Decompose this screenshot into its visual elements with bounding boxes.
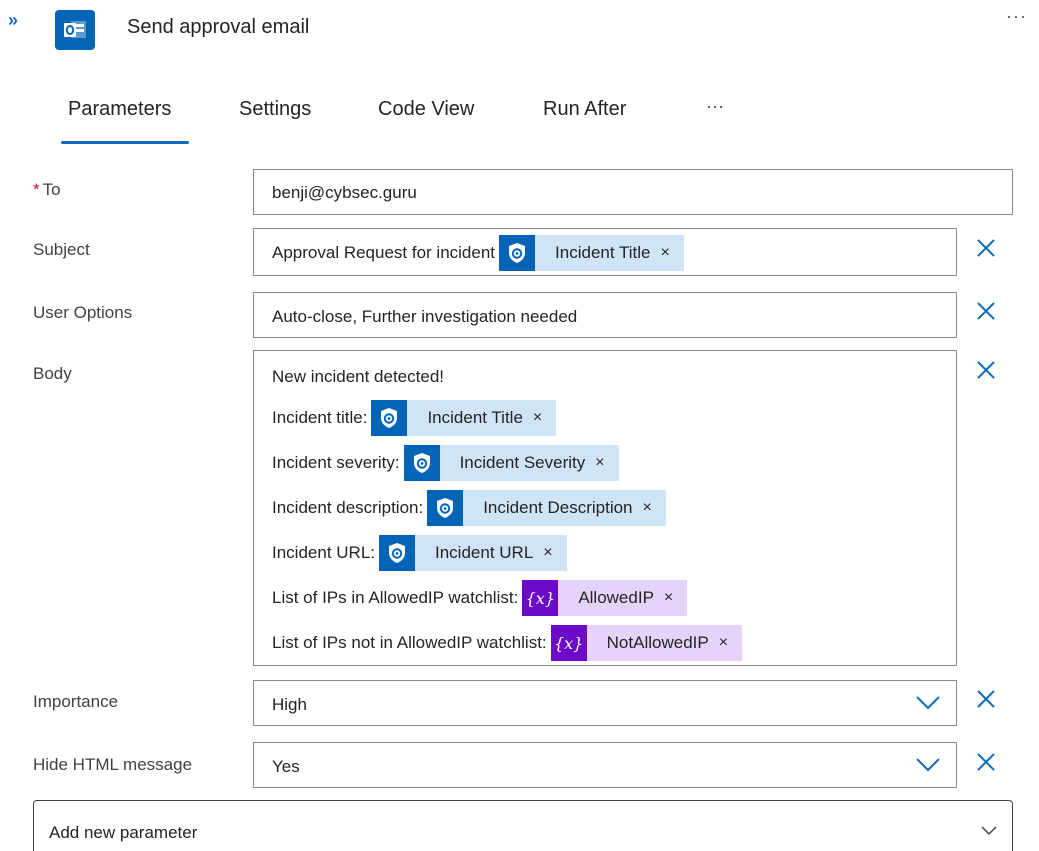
body-token-notallowedip[interactable]: {x} NotAllowedIP × [550,625,743,661]
clear-subject-icon[interactable] [973,235,999,261]
tab-run-after[interactable]: Run After [543,98,626,121]
user-options-field[interactable]: Auto-close, Further investigation needed [253,292,957,338]
clear-hide-html-icon[interactable] [973,749,999,775]
token-label: Incident Severity [459,453,586,472]
body-field[interactable]: New incident detected! Incident title: I… [253,350,957,666]
body-line-text: Incident URL: [272,543,375,562]
to-field[interactable]: benji@cybsec.guru [253,169,1013,215]
to-label-text: To [42,180,61,199]
body-line: New incident detected! [272,367,444,387]
token-label: Incident Title [427,408,523,427]
to-label: * To [33,180,61,200]
body-line: Incident title: Incident Title × [272,400,557,436]
tabs-more-icon[interactable]: ··· [706,96,724,117]
body-line-text: List of IPs not in AllowedIP watchlist: [272,633,547,652]
remove-token-icon[interactable]: × [664,589,673,607]
variable-icon: {x} [550,625,587,661]
hide-html-dropdown[interactable]: Yes [253,742,957,788]
body-line: Incident severity: Incident Severity × [272,445,619,481]
importance-dropdown[interactable]: High [253,680,957,726]
subject-text: Approval Request for incident [272,243,496,262]
remove-token-icon[interactable]: × [533,409,542,427]
token-label: Incident Title [555,243,651,262]
body-token-incident-title[interactable]: Incident Title × [371,400,557,436]
token-label: NotAllowedIP [606,633,709,652]
hide-html-value: Yes [272,757,300,776]
remove-token-icon[interactable]: × [543,544,552,562]
sentinel-icon [427,490,464,526]
variable-icon: {x} [522,580,559,616]
body-line: Incident URL: Incident URL × [272,535,567,571]
sentinel-icon [499,235,536,271]
body-label: Body [33,364,72,383]
sentinel-icon [379,535,415,571]
body-line: List of IPs in AllowedIP watchlist: {x} … [272,580,688,616]
body-line: List of IPs not in AllowedIP watchlist: … [272,625,743,661]
importance-label: Importance [33,692,119,711]
token-label: AllowedIP [578,588,654,607]
user-options-value: Auto-close, Further investigation needed [272,307,578,326]
body-token-incident-url[interactable]: Incident URL × [379,535,567,571]
action-title: Send approval email [127,16,310,38]
add-new-parameter-dropdown[interactable]: Add new parameter [33,800,1013,851]
tab-code-view[interactable]: Code View [378,98,474,121]
clear-body-icon[interactable] [973,357,999,383]
body-line-text: New incident detected! [272,367,444,386]
chevron-down-icon[interactable] [914,693,942,711]
subject-field[interactable]: Approval Request for incident Incident T… [253,228,957,276]
body-line-text: Incident severity: [272,453,400,472]
subject-token-incident-title[interactable]: Incident Title × [499,235,684,271]
add-new-parameter-label: Add new parameter [49,823,198,842]
body-line-text: Incident description: [272,498,424,517]
active-tab-indicator [61,141,189,144]
token-label: Incident Description [483,498,633,517]
hide-html-label: Hide HTML message [33,755,193,774]
importance-value: High [272,695,307,714]
body-line: Incident description: Incident Descripti… [272,490,666,526]
user-options-label: User Options [33,303,133,322]
body-token-allowedip[interactable]: {x} AllowedIP × [522,580,688,616]
tab-parameters[interactable]: Parameters [68,98,171,121]
remove-token-icon[interactable]: × [595,454,604,472]
body-line-text: Incident title: [272,408,368,427]
remove-token-icon[interactable]: × [643,499,652,517]
sentinel-icon [403,445,440,481]
more-options-icon[interactable]: ··· [1006,6,1027,27]
body-token-incident-severity[interactable]: Incident Severity × [403,445,619,481]
chevron-down-icon[interactable] [980,825,998,837]
chevron-down-icon[interactable] [914,755,942,773]
subject-label: Subject [33,240,90,259]
remove-token-icon[interactable]: × [660,244,669,262]
required-marker: * [33,180,40,199]
clear-user-options-icon[interactable] [973,298,999,324]
remove-token-icon[interactable]: × [719,634,728,652]
outlook-icon [55,10,95,50]
token-label: Incident URL [435,543,534,562]
collapse-panel-icon[interactable]: » [8,10,18,31]
tab-settings[interactable]: Settings [239,98,311,121]
body-token-incident-description[interactable]: Incident Description × [427,490,666,526]
to-value: benji@cybsec.guru [272,183,417,202]
body-line-text: List of IPs in AllowedIP watchlist: [272,588,519,607]
clear-importance-icon[interactable] [973,686,999,712]
sentinel-icon [371,400,408,436]
